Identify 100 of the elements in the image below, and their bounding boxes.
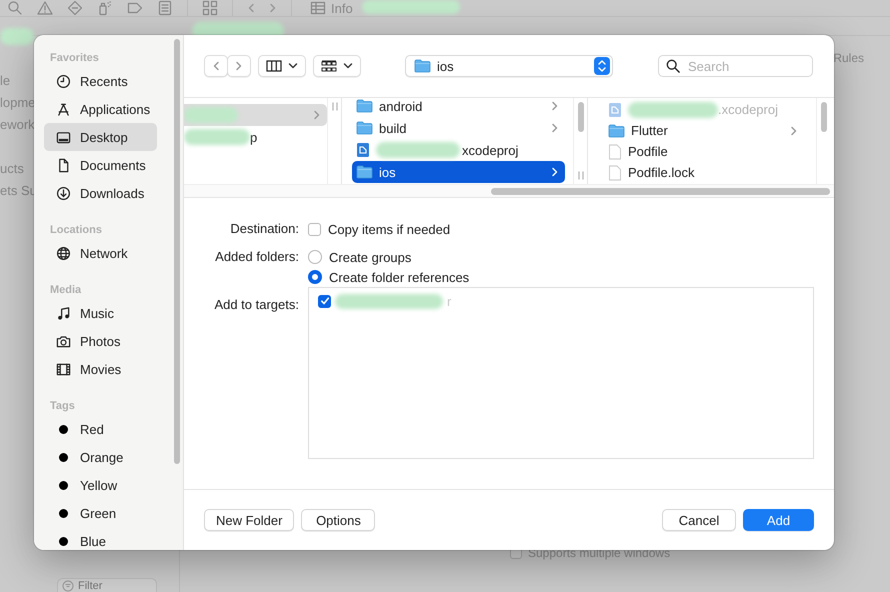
forward-button[interactable] (227, 55, 251, 77)
section-header: Tags (49, 399, 76, 414)
project-file-icon (356, 142, 370, 158)
project-file-icon (608, 102, 622, 118)
stepper-icon (594, 57, 610, 75)
chevron-down-icon (288, 61, 298, 71)
field-label: Add to targets: (213, 296, 299, 314)
file-row[interactable]: ios (352, 161, 565, 183)
chevron-right-icon (551, 167, 559, 177)
dialog-button[interactable]: Options (301, 509, 376, 531)
radio-button[interactable] (308, 250, 322, 264)
checkbox[interactable] (308, 222, 321, 236)
folder-icon (356, 99, 373, 113)
checkbox[interactable] (318, 294, 331, 308)
sidebar-item[interactable]: Orange (44, 443, 157, 471)
table-icon (310, 1, 326, 15)
file-icon (608, 144, 622, 160)
scrollbar-thumb[interactable] (820, 102, 826, 132)
file-row[interactable]: build (352, 117, 565, 139)
field-label: Added folders: (214, 248, 299, 266)
chevron-down-icon (343, 61, 353, 71)
file-row[interactable]: android (352, 98, 565, 117)
sidebar-item[interactable]: Photos (44, 327, 157, 355)
sidebar-item[interactable]: Recents (44, 67, 157, 95)
section-header: Media (49, 283, 82, 298)
path-popup[interactable]: ios (405, 55, 613, 77)
clock-icon (56, 74, 71, 88)
dialog-button[interactable]: Cancel (662, 509, 736, 531)
columns-icon (266, 60, 282, 72)
forward-icon (235, 61, 243, 71)
file-row[interactable]: Flutter (604, 120, 804, 141)
list-icon[interactable] (157, 0, 173, 16)
sidebar-item[interactable]: Blue (44, 527, 157, 550)
forward-icon (269, 3, 277, 13)
filter-icon (62, 580, 74, 592)
folder-icon (356, 165, 373, 179)
sidebar-item[interactable]: Desktop (44, 123, 157, 151)
film-icon (56, 362, 71, 376)
globe-icon (56, 246, 71, 260)
music-note-icon (56, 306, 71, 320)
checkbox-label: Copy items if needed (328, 222, 450, 236)
folder-icon (608, 124, 625, 138)
chevron-right-icon (551, 101, 559, 111)
search-field[interactable]: Search (658, 55, 813, 77)
resize-handle-icon[interactable] (578, 171, 584, 180)
grid-icon (321, 60, 337, 72)
search-icon (666, 59, 680, 73)
dialog-button[interactable]: New Folder (204, 509, 294, 531)
redaction-mark (184, 107, 238, 123)
apps-icon (56, 102, 71, 116)
chevron-right-icon (790, 126, 798, 136)
sidebar-item[interactable]: Applications (44, 95, 157, 123)
resize-handle-icon[interactable] (332, 102, 338, 111)
folder-icon (414, 59, 431, 73)
scrollbar[interactable] (174, 39, 180, 464)
file-row[interactable]: p (184, 126, 327, 148)
field-label: Destination: (229, 220, 299, 238)
back-button[interactable] (204, 55, 228, 77)
scrollbar-thumb[interactable] (491, 188, 830, 194)
sidebar-item[interactable]: Music (44, 299, 157, 327)
diamond-icon[interactable] (67, 0, 83, 16)
search-input[interactable]: Search (688, 58, 798, 74)
file-row[interactable]: xcodeproj (352, 139, 565, 161)
filter-field[interactable]: Filter (57, 578, 157, 592)
sidebar-item[interactable]: Downloads (44, 179, 157, 207)
sidebar-item[interactable]: Green (44, 499, 157, 527)
grid-icon[interactable] (202, 0, 218, 16)
filter-input[interactable]: Filter (78, 580, 148, 592)
radio-button[interactable] (308, 270, 322, 284)
back-icon (212, 61, 220, 71)
file-row[interactable]: Podfile.lock (604, 162, 804, 183)
download-icon (56, 186, 71, 200)
file-row[interactable]: Podfile (604, 141, 804, 162)
sidebar-item[interactable]: Network (44, 239, 157, 267)
scrollbar-thumb[interactable] (578, 102, 584, 132)
sidebar-item[interactable]: Yellow (44, 471, 157, 499)
desktop-icon (56, 130, 71, 144)
sidebar-item[interactable]: Movies (44, 355, 157, 383)
sidebar-item[interactable]: Documents (44, 151, 157, 179)
radio-label: Create groups (329, 250, 412, 264)
section-header: Locations (49, 223, 103, 238)
spray-icon[interactable] (97, 0, 113, 16)
camera-icon (56, 334, 71, 348)
redaction-mark (0, 28, 34, 45)
sidebar-item[interactable]: Red (44, 415, 157, 443)
add-button[interactable]: Add (743, 509, 814, 531)
document-icon (56, 158, 71, 172)
group-button[interactable] (313, 55, 361, 77)
chevron-right-icon (313, 110, 321, 120)
view-mode-button[interactable] (258, 55, 306, 77)
chevron-right-icon (551, 123, 559, 133)
search-icon[interactable] (7, 0, 23, 16)
back-icon (247, 3, 255, 13)
redaction-mark (184, 129, 250, 145)
file-icon (608, 164, 622, 180)
warning-icon[interactable] (37, 0, 53, 16)
folder-icon (356, 121, 373, 135)
section-header: Favorites (49, 51, 100, 66)
label-icon[interactable] (127, 0, 143, 16)
radio-label: Create folder references (329, 270, 470, 284)
